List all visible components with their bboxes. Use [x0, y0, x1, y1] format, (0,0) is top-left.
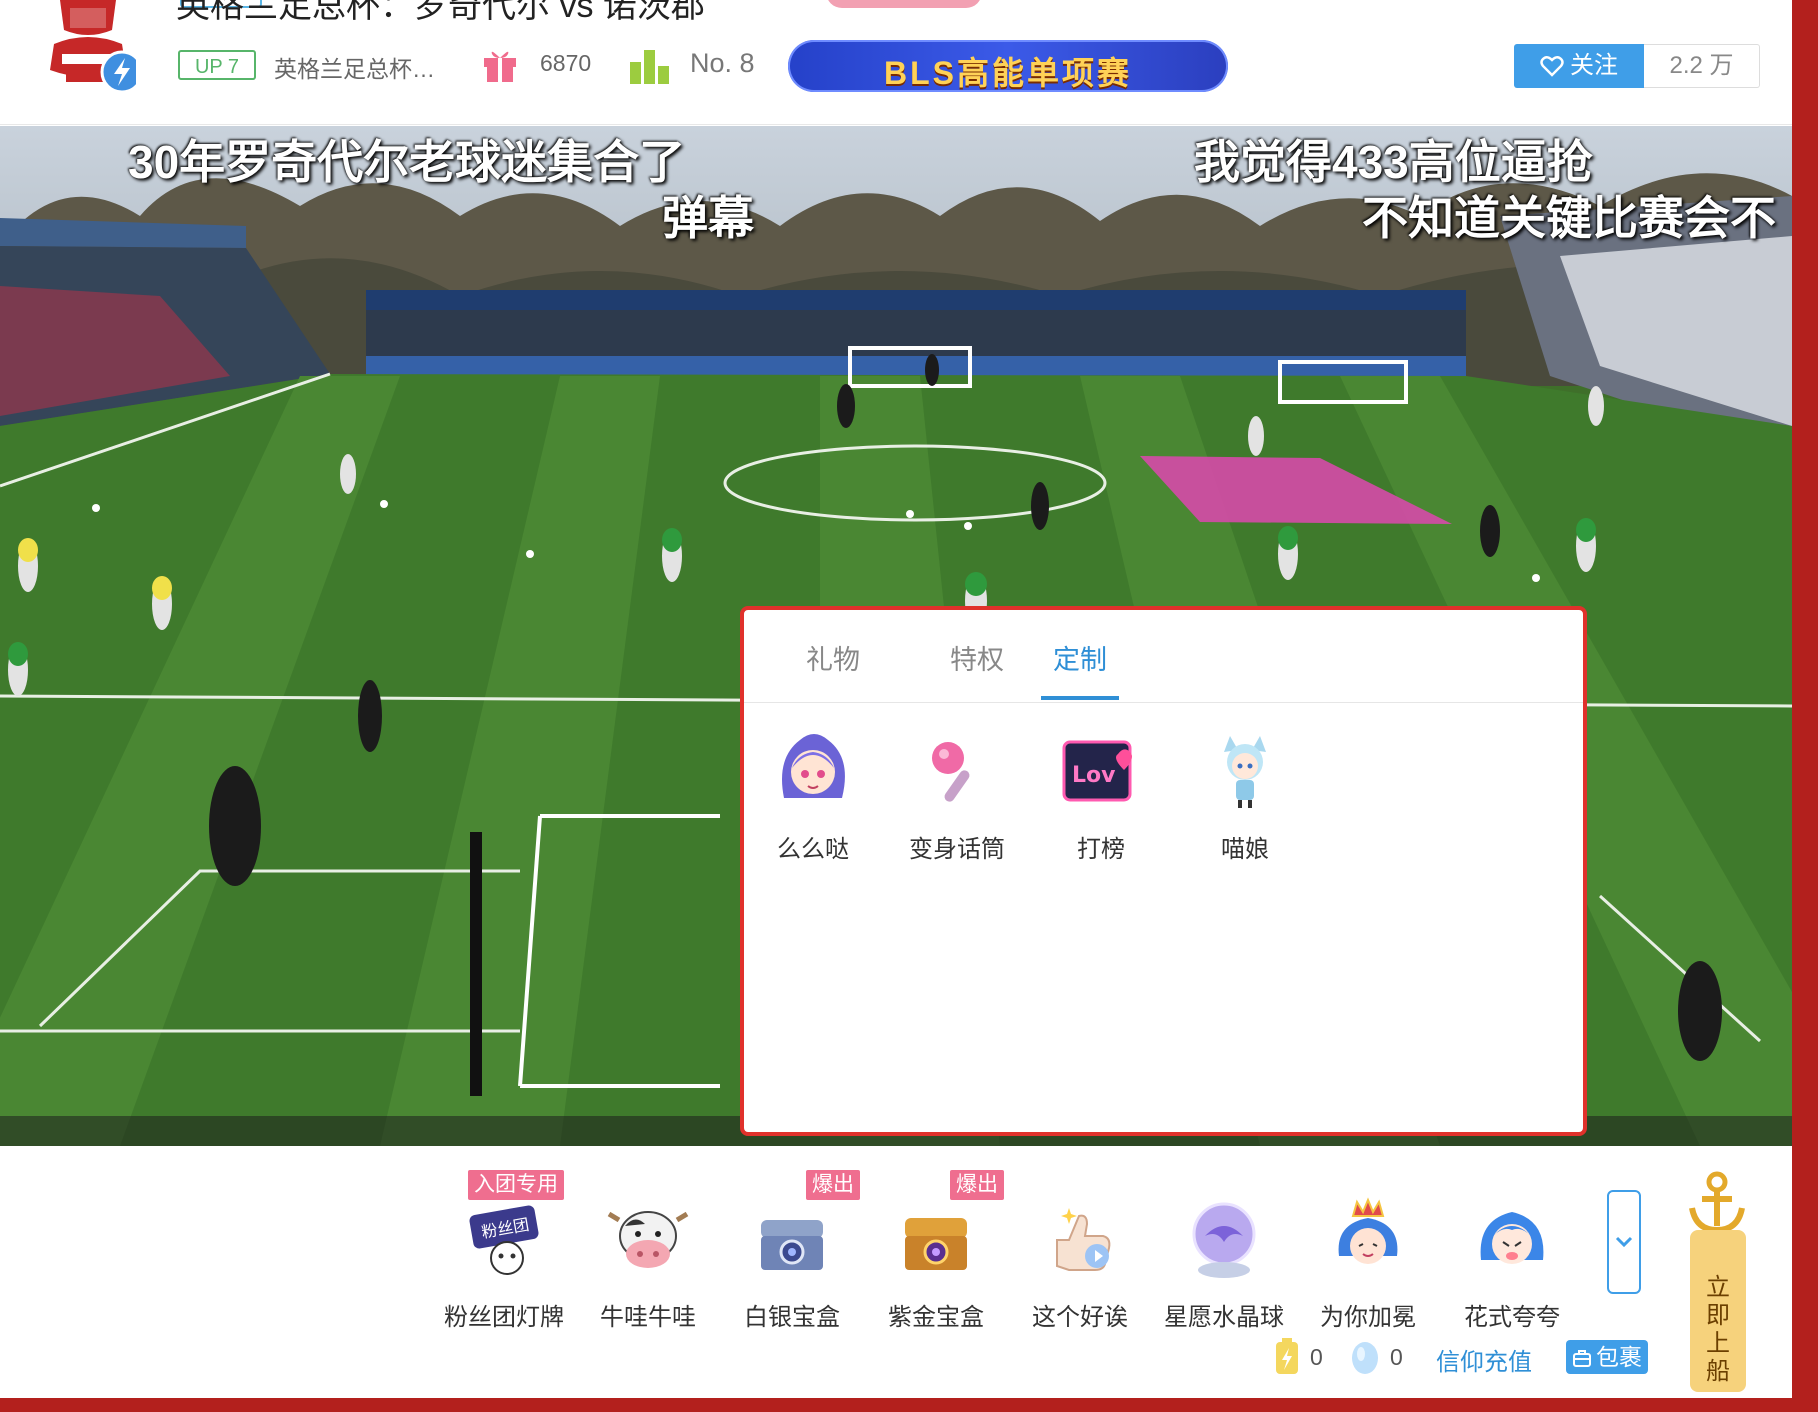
gift-label: 星愿水晶球	[1164, 1304, 1284, 1331]
gift-badge: 爆出	[806, 1170, 860, 1200]
bag-button[interactable]: 包裹	[1566, 1340, 1648, 1374]
board-ship-button[interactable]: 立 即 上 船	[1686, 1170, 1748, 1394]
popup-tab-bar: 礼物 特权 定制	[744, 610, 1583, 703]
anime-girl-blue-hair-icon	[782, 734, 845, 798]
board-ship-label: 立 即 上 船	[1690, 1274, 1746, 1386]
fan-club-lightboard-icon: 粉丝团	[469, 1205, 539, 1275]
seed-icon	[1352, 1342, 1378, 1374]
gift-thumbs-up[interactable]: 这个好诶	[1010, 1172, 1150, 1332]
gift-label: 这个好诶	[1032, 1304, 1128, 1331]
page-border-right	[1792, 0, 1818, 1412]
custom-gift-memeda[interactable]: 么么哒	[753, 728, 873, 864]
follower-count: 2.2 万	[1644, 44, 1760, 88]
gift-icon	[484, 51, 516, 82]
gift-badge: 入团专用	[468, 1170, 564, 1200]
streamer-avatar[interactable]	[40, 0, 136, 92]
gift-label: 白银宝盒	[744, 1304, 840, 1331]
gift-praise[interactable]: 花式夸夸	[1442, 1172, 1582, 1332]
follow-label: 关注	[1570, 52, 1618, 79]
room-header: 英格兰足总杯：罗奇代尔 vs 诺茨郡 UP 7 英格兰足总杯… 6870 No.…	[0, 0, 1792, 125]
chevron-down-icon	[1615, 1236, 1633, 1248]
neon-love-sign-icon: Lov	[1062, 740, 1132, 802]
event-banner-text: BLS高能单项赛	[883, 55, 1132, 91]
cat-girl-icon	[1224, 736, 1266, 808]
recharge-link[interactable]: 信仰充值	[1436, 1342, 1532, 1377]
purple-gold-treasure-box-icon	[905, 1218, 967, 1270]
custom-gift-catgirl[interactable]: 喵娘	[1185, 728, 1305, 864]
active-tab-indicator	[1041, 696, 1119, 700]
bag-icon	[1573, 1350, 1591, 1367]
expand-gifts-button[interactable]	[1607, 1190, 1641, 1294]
cow-face-icon	[607, 1211, 689, 1268]
silver-treasure-box-icon	[761, 1220, 823, 1270]
gift-badge: 爆出	[950, 1170, 1004, 1200]
bag-label: 包裹	[1596, 1344, 1642, 1370]
custom-gift-ranking[interactable]: Lov 打榜	[1041, 728, 1161, 864]
custom-gift-label: 喵娘	[1221, 836, 1269, 863]
board-ship-char: 上	[1706, 1330, 1730, 1357]
custom-gift-microphone[interactable]: 变身话筒	[897, 728, 1017, 864]
custom-gift-label: 变身话筒	[909, 836, 1005, 863]
blue-hair-girl-icon	[1480, 1212, 1544, 1264]
battery-count: 0	[1310, 1344, 1323, 1370]
gift-popup-panel: 礼物 特权 定制 么么哒 变身话筒 Lov 打榜 喵娘	[740, 606, 1587, 1136]
up-level-badge: UP 7	[178, 50, 256, 80]
gift-label: 紫金宝盒	[888, 1304, 984, 1331]
tab-gifts[interactable]: 礼物	[773, 638, 893, 677]
anchor-icon	[1689, 1171, 1745, 1234]
svg-text:Lov: Lov	[1072, 763, 1116, 788]
room-title: 英格兰足总杯：罗奇代尔 vs 诺茨郡	[176, 0, 705, 25]
page-border-bottom	[0, 1398, 1818, 1412]
gift-label: 粉丝团灯牌	[444, 1304, 564, 1331]
gift-crown[interactable]: 为你加冕	[1298, 1172, 1438, 1332]
danmaku-comment: 不知道关键比赛会不	[1362, 192, 1776, 244]
gift-label: 为你加冕	[1320, 1304, 1416, 1331]
rank-text[interactable]: No. 8	[690, 48, 755, 79]
pink-microphone-icon	[932, 742, 970, 802]
custom-gift-label: 么么哒	[777, 836, 849, 863]
board-ship-char: 船	[1706, 1358, 1730, 1385]
tab-custom[interactable]: 定制	[1020, 638, 1140, 677]
gift-count: 6870	[540, 50, 592, 76]
rank-bars-icon	[630, 50, 669, 84]
board-ship-char: 即	[1706, 1302, 1730, 1329]
gift-bar: 粉丝团 粉丝团灯牌 入团专用 牛哇牛哇 白银宝盒 爆出 紫金宝盒 爆出 这个好诶…	[0, 1146, 1792, 1398]
gift-crystal-ball[interactable]: 星愿水晶球	[1154, 1172, 1294, 1332]
gift-label: 花式夸夸	[1464, 1304, 1560, 1331]
danmaku-comment: 弹幕	[662, 192, 754, 244]
custom-gift-label: 打榜	[1077, 836, 1125, 863]
gift-label: 牛哇牛哇	[600, 1304, 696, 1331]
tab-privileges[interactable]: 特权	[917, 638, 1037, 677]
follow-button[interactable]: 关注	[1514, 44, 1644, 88]
title-badge-cut	[826, 0, 982, 8]
gift-cow[interactable]: 牛哇牛哇	[578, 1172, 718, 1332]
danmaku-comment: 30年罗奇代尔老球迷集合了	[128, 136, 686, 188]
board-ship-char: 立	[1706, 1274, 1730, 1301]
thumbs-up-hand-icon	[1056, 1208, 1111, 1271]
crystal-ball-icon	[1192, 1202, 1256, 1278]
area-link[interactable]: 英格兰足总杯…	[274, 50, 435, 84]
heart-icon	[1540, 56, 1564, 77]
battery-icon	[1276, 1338, 1298, 1374]
seed-count: 0	[1390, 1344, 1403, 1370]
crowned-girl-icon	[1338, 1197, 1398, 1264]
event-banner[interactable]: BLS高能单项赛	[788, 40, 1228, 92]
